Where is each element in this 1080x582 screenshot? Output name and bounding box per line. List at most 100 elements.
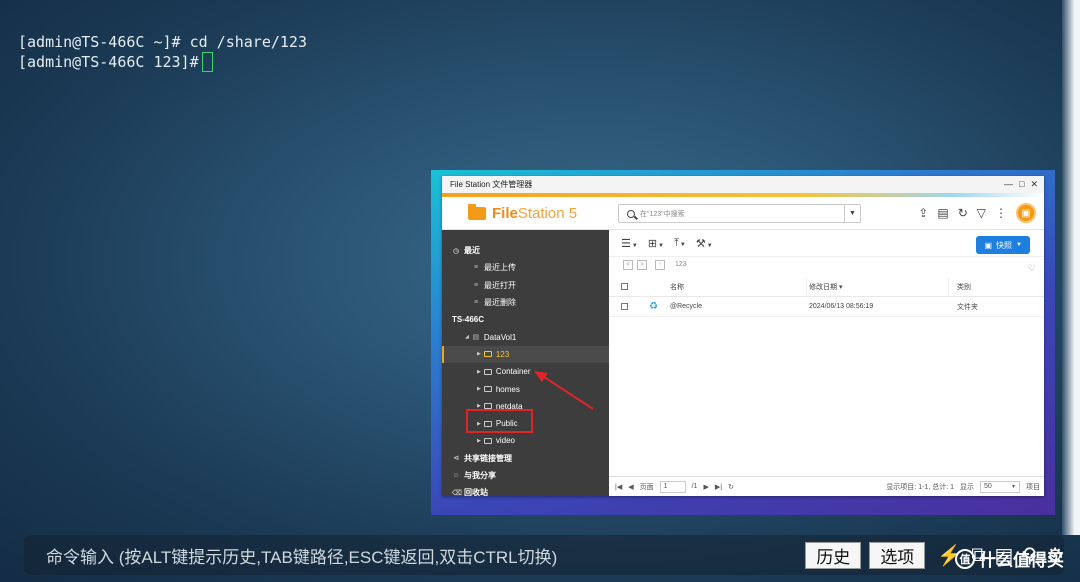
file-station-window: File Station 文件管理器 — □ ✕ FileStation 5 在… xyxy=(442,176,1044,496)
sidebar-item-recent-delete[interactable]: ≡ 最近删除 xyxy=(442,294,609,311)
chevron-down-icon: ▼ xyxy=(1011,483,1016,490)
file-name: @Recycle xyxy=(670,303,703,310)
sidebar-item-recent-open[interactable]: ≡ 最近打开 xyxy=(442,277,609,294)
terminal-cursor xyxy=(201,52,213,72)
prev-page-icon[interactable]: ◀ xyxy=(628,483,633,491)
sidebar-label: 共享链接管理 xyxy=(464,453,512,463)
expand-icon[interactable]: ▶ xyxy=(477,386,481,392)
sidebar-item-nas[interactable]: TS-466C xyxy=(442,311,609,328)
file-list-panel: ☰▼ ⊞▼ ⤒▼ ⚒▼ ▣ 快照 ▼ < > ↑ 123 ♡ 名称 修改日期 ▾… xyxy=(609,230,1044,496)
watermark-logo-icon: 值 xyxy=(955,548,975,569)
sidebar-item-recent[interactable]: ◷ 最近 xyxy=(442,242,609,259)
forward-icon[interactable]: > xyxy=(637,259,647,270)
more-icon[interactable]: ⋮ xyxy=(995,206,1007,220)
upload-toolbar-icon[interactable]: ⤒▼ xyxy=(674,237,686,250)
snapshot-label: 快照 xyxy=(996,240,1013,250)
column-date[interactable]: 修改日期 ▾ xyxy=(806,277,948,296)
sidebar-item-shared-links[interactable]: ⊲ 共享链接管理 xyxy=(442,450,609,467)
parent-folder-icon[interactable]: ↑ xyxy=(655,259,665,270)
page-total: /1 xyxy=(691,483,698,490)
row-checkbox[interactable] xyxy=(621,303,628,310)
watermark-text: 什么值得买 xyxy=(979,551,1064,570)
expand-icon[interactable]: ▶ xyxy=(477,369,481,375)
close-icon[interactable]: ✕ xyxy=(1030,179,1038,190)
search-dropdown-icon[interactable]: ▼ xyxy=(844,205,860,222)
snapshot-button[interactable]: ▣ 快照 ▼ xyxy=(976,236,1030,254)
sidebar-label: 与我分享 xyxy=(464,471,496,480)
table-header: 名称 修改日期 ▾ 类别 xyxy=(609,277,1044,297)
terminal-line: [admin@TS-466C ~]# cd /share/123 xyxy=(18,33,307,51)
sidebar-label: homes xyxy=(495,384,520,394)
remote-mount-icon[interactable]: ▤ xyxy=(937,206,948,220)
command-input[interactable]: 命令输入 (按ALT键提示历史,TAB键路径,ESC键返回,双击CTRL切换) xyxy=(46,543,557,568)
folder-icon xyxy=(483,351,492,358)
sidebar-item-volume[interactable]: ◢ ▤ DataVol1 xyxy=(442,328,609,345)
list-icon: ≡ xyxy=(473,299,479,307)
history-button[interactable]: 历史 xyxy=(805,541,862,569)
folder-icon xyxy=(483,386,492,393)
embedded-screenshot: File Station 文件管理器 — □ ✕ FileStation 5 在… xyxy=(431,170,1055,515)
sidebar-label: 最近 xyxy=(464,246,480,256)
sidebar-item-shared-with-me[interactable]: ☺ 与我分享 xyxy=(442,467,609,484)
select-all-checkbox[interactable] xyxy=(621,283,628,290)
column-type[interactable]: 类别 xyxy=(948,277,971,296)
sidebar-folder[interactable]: ▶ homes xyxy=(442,380,609,397)
path-bar: < > ↑ 123 xyxy=(609,257,1044,272)
refresh-list-icon[interactable]: ↻ xyxy=(728,483,734,491)
sidebar: ◷ 最近 ≡ 最近上传 ≡ 最近打开 ≡ 最近删除 TS-466C ◢ ▤ DataVol1… xyxy=(442,230,609,496)
search-box[interactable]: 在"123"中搜索 ▼ xyxy=(618,204,861,223)
upload-icon[interactable]: ⇪ xyxy=(918,206,928,220)
recycle-icon: ♻ xyxy=(649,301,658,312)
list-icon: ≡ xyxy=(473,264,479,272)
tools-icon[interactable]: ⚒▼ xyxy=(696,237,713,250)
task-monitor-icon[interactable]: ▣ xyxy=(1016,203,1036,223)
next-page-icon[interactable]: ▶ xyxy=(703,483,708,491)
new-folder-icon[interactable]: ⊞▼ xyxy=(648,237,664,250)
side-panel-edge xyxy=(1062,0,1080,535)
sidebar-item-recent-upload[interactable]: ≡ 最近上传 xyxy=(442,259,609,276)
sort-desc-icon: ▾ xyxy=(838,283,843,291)
expand-icon[interactable]: ▶ xyxy=(477,351,481,357)
first-page-icon[interactable]: |◀ xyxy=(615,483,622,491)
table-row[interactable]: ♻ @Recycle 2024/06/13 08:56:19 文件夹 xyxy=(609,297,1044,317)
breadcrumb[interactable]: 123 xyxy=(675,261,687,268)
sidebar-label: 最近打开 xyxy=(484,280,516,290)
sidebar-label: 最近上传 xyxy=(484,263,516,273)
last-page-icon[interactable]: ▶| xyxy=(715,483,722,491)
disk-icon: ▤ xyxy=(472,334,480,342)
expand-icon[interactable]: ◢ xyxy=(465,334,469,340)
window-titlebar: File Station 文件管理器 — □ ✕ xyxy=(442,176,1044,193)
pagination-bar: |◀ ◀ 页面 1 /1 ▶ ▶| ↻ 显示项目: 1-1, 总计: 1 显示 … xyxy=(609,476,1044,496)
highlight-box xyxy=(466,409,533,433)
sidebar-folder[interactable]: ▶ Container xyxy=(442,363,609,380)
sidebar-label: DataVol1 xyxy=(483,332,517,342)
clock-icon: ◷ xyxy=(452,247,460,255)
favorite-icon[interactable]: ♡ xyxy=(1028,263,1036,274)
file-date: 2024/06/13 08:56:19 xyxy=(809,303,874,310)
logo-bold: File xyxy=(492,204,518,222)
list-icon: ≡ xyxy=(473,281,479,289)
options-button[interactable]: 选项 xyxy=(869,541,926,569)
page-input[interactable]: 1 xyxy=(659,480,686,493)
per-page-select[interactable]: 50 ▼ xyxy=(980,480,1020,493)
command-bar: 命令输入 (按ALT键提示历史,TAB键路径,ESC键返回,双击CTRL切换) … xyxy=(24,535,1064,575)
sidebar-folder[interactable]: ▶ video xyxy=(442,432,609,449)
share-icon: ⊲ xyxy=(453,455,459,463)
trash-icon: ⌫ xyxy=(452,489,462,496)
minimize-icon[interactable]: — xyxy=(1004,179,1013,190)
terminal-output: [admin@TS-466C ~]# cd /share/123 [admin@T… xyxy=(18,32,307,72)
page-label: 页面 xyxy=(639,483,654,491)
expand-icon[interactable]: ▶ xyxy=(477,438,481,444)
sidebar-folder-selected[interactable]: ▶ 123 xyxy=(442,345,609,364)
people-icon: ☺ xyxy=(452,472,460,479)
filter-icon[interactable]: ▽ xyxy=(977,206,986,220)
column-name[interactable]: 名称 xyxy=(670,282,806,292)
refresh-icon[interactable]: ↻ xyxy=(958,206,968,220)
back-icon[interactable]: < xyxy=(623,259,633,270)
sidebar-item-recycle[interactable]: ⌫ 回收站 xyxy=(442,484,609,496)
snapshot-icon: ▣ xyxy=(984,240,993,250)
maximize-icon[interactable]: □ xyxy=(1019,179,1024,190)
sidebar-label: 回收站 xyxy=(464,488,488,496)
view-mode-icon[interactable]: ☰▼ xyxy=(621,237,638,250)
search-icon xyxy=(627,209,635,218)
